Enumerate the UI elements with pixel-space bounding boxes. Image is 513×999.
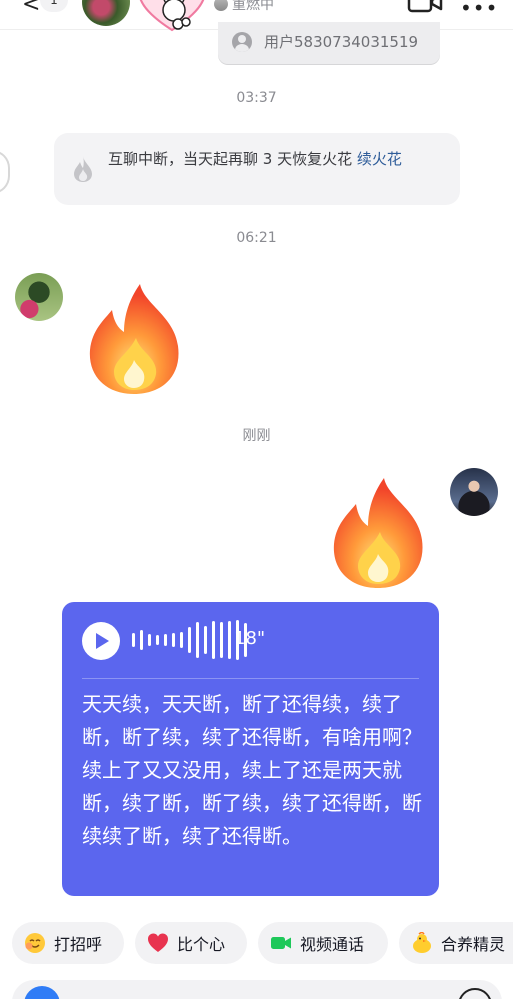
quick-reply-heart[interactable]: 比个心 xyxy=(135,922,247,964)
continue-streak-link[interactable]: 续火花 xyxy=(357,150,402,168)
friend-avatar-header[interactable] xyxy=(82,0,130,26)
divider xyxy=(82,678,419,679)
grey-flame-icon xyxy=(74,156,92,182)
voice-duration: 18" xyxy=(234,628,266,649)
timestamp: 03:37 xyxy=(236,90,277,106)
shared-user-card[interactable]: 用户5830734031519 xyxy=(218,22,440,64)
notice-text: 互聊中断，当天起再聊 3 天恢复火花 续火花 xyxy=(108,147,448,172)
chip-label: 打招呼 xyxy=(54,935,103,954)
friend-avatar[interactable] xyxy=(15,273,63,321)
self-avatar[interactable] xyxy=(450,468,498,516)
quick-reply-greet[interactable]: 打招呼 xyxy=(12,922,124,964)
user-icon xyxy=(232,32,252,52)
chip-label: 合养精灵 xyxy=(441,935,506,954)
camera-icon[interactable] xyxy=(24,986,60,999)
bunny-heart-sticker xyxy=(139,0,205,32)
streak-status-text: 重燃中 xyxy=(232,0,274,13)
smile-wave-icon xyxy=(25,933,45,953)
shared-user-name: 用户5830734031519 xyxy=(264,33,419,51)
chip-label: 视频通话 xyxy=(300,935,365,954)
video-call-icon[interactable] xyxy=(407,0,443,14)
unread-count-badge[interactable]: 1 xyxy=(40,0,68,12)
message-input-bar[interactable] xyxy=(12,980,502,999)
quick-reply-bar: 打招呼 比个心 视频通话 合养精灵 xyxy=(0,922,513,966)
chip-label: 比个心 xyxy=(177,935,226,954)
voice-transcript-text: 天天续，天天断，断了还得续，续了断，断了续，续了还得断，有啥用啊？续上了又又没用… xyxy=(82,692,422,848)
streak-broken-notice: 互聊中断，当天起再聊 3 天恢复火花 续火花 xyxy=(54,133,460,205)
timestamp: 06:21 xyxy=(236,230,277,246)
more-options-icon[interactable]: ••• xyxy=(460,0,498,20)
scroll-edge-indicator xyxy=(0,150,10,194)
video-call-icon xyxy=(271,937,291,949)
quick-reply-sprite[interactable]: 合养精灵 xyxy=(399,922,513,964)
timestamp: 刚刚 xyxy=(242,428,271,444)
back-button[interactable]: < xyxy=(22,0,40,17)
chick-sprite-icon xyxy=(413,932,431,953)
quick-reply-video-call[interactable]: 视频通话 xyxy=(258,922,388,964)
emoji-icon[interactable] xyxy=(458,988,492,999)
grey-flame-status-icon xyxy=(214,0,228,11)
streak-status: 重燃中 xyxy=(214,0,274,14)
heart-icon xyxy=(148,933,168,952)
notice-message: 互聊中断，当天起再聊 3 天恢复火花 xyxy=(108,150,357,168)
voice-waveform xyxy=(132,620,247,660)
fire-emoji-sticker xyxy=(333,478,423,588)
voice-play-button[interactable] xyxy=(82,622,120,660)
voice-message-bubble[interactable]: 18" 天天续，天天断，断了还得续，续了断，断了续，续了还得断，有啥用啊？续上了… xyxy=(62,602,439,896)
fire-emoji-sticker xyxy=(89,284,179,394)
